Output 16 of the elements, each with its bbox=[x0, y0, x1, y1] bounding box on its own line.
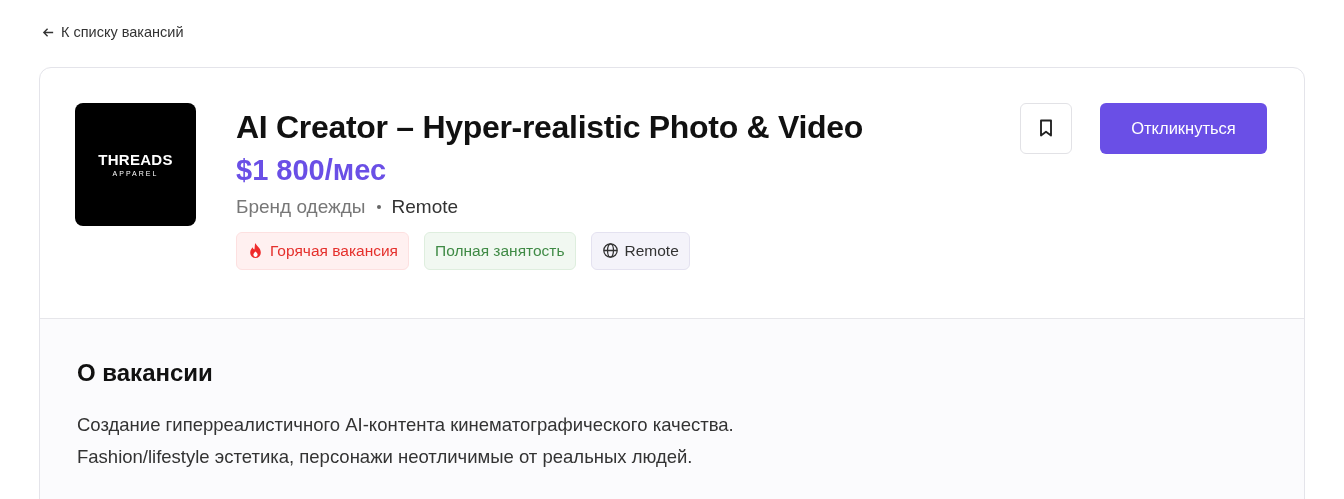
description-text: Создание гиперреалистичного AI-контента кинематографического качества. bbox=[77, 412, 735, 437]
section-heading: О вакансии bbox=[77, 358, 214, 387]
tag: Remote bbox=[590, 231, 690, 270]
apply-button[interactable]: Откликнуться bbox=[1100, 102, 1267, 154]
flame-icon bbox=[247, 242, 264, 259]
bookmark-button[interactable] bbox=[1020, 102, 1072, 154]
back-link[interactable]: К списку вакансий bbox=[42, 24, 184, 40]
tag: Горячая вакансия bbox=[236, 231, 409, 270]
job-location: Remote bbox=[391, 195, 459, 218]
separator-dot bbox=[376, 204, 381, 209]
description-text: Fashion/lifestyle эстетика, персонажи неотличимые от реальных людей. bbox=[77, 444, 694, 469]
job-title: AI Creator – Hyper-realistic Photo & Video bbox=[236, 107, 864, 147]
tag: Полная занятость bbox=[424, 231, 576, 270]
globe-icon bbox=[601, 242, 619, 259]
salary: $1 800/мес bbox=[236, 152, 388, 188]
company-name: Бренд одежды bbox=[236, 195, 366, 218]
